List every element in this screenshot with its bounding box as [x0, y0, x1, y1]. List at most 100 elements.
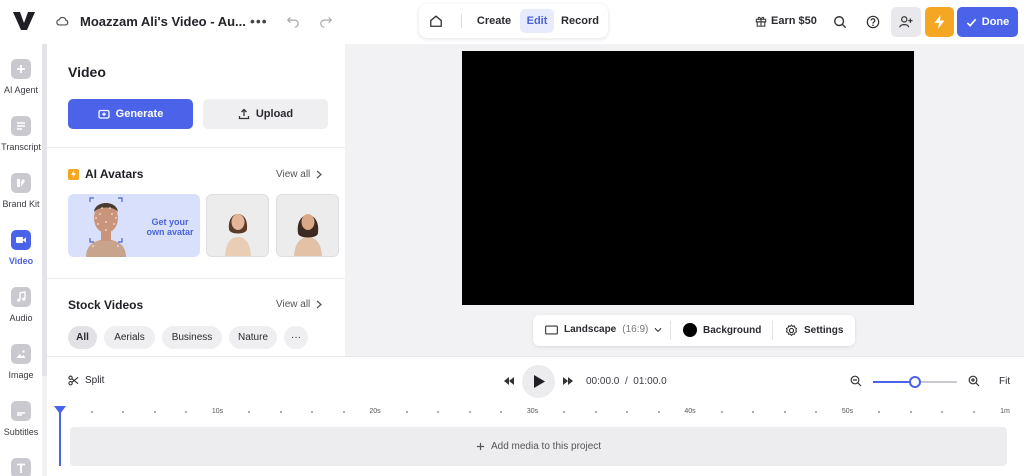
search-icon[interactable]: [833, 15, 847, 29]
canvas-settings-button[interactable]: Settings: [785, 324, 843, 337]
help-icon[interactable]: [866, 15, 880, 29]
background-label: Background: [703, 324, 762, 336]
stock-videos-heading: Stock Videos: [68, 298, 143, 312]
checkmark-icon: [966, 18, 977, 27]
avatar-card[interactable]: [206, 194, 269, 257]
ruler-tick: [972, 411, 975, 413]
ruler-tick: [657, 411, 660, 413]
playhead-line[interactable]: [59, 410, 61, 466]
rewind-icon[interactable]: [503, 375, 515, 387]
playhead-handle[interactable]: [54, 406, 66, 414]
rail-label: AI Agent: [3, 85, 39, 95]
total-time: 01:00.0: [633, 376, 667, 387]
lightning-bolt-icon: [934, 15, 945, 29]
upload-button[interactable]: Upload: [203, 99, 328, 129]
rail-item-text[interactable]: [0, 458, 42, 476]
filter-chip-aerials[interactable]: Aerials: [104, 326, 155, 349]
rail-item-ai-agent[interactable]: AI Agent: [0, 59, 42, 95]
upgrade-button[interactable]: [925, 7, 954, 37]
filter-chip-all[interactable]: All: [68, 326, 97, 349]
ruler-tick: [90, 411, 93, 413]
ruler-label: 40s: [684, 408, 696, 415]
mode-switcher: Create Edit Record: [419, 4, 608, 38]
ruler-tick: [122, 411, 124, 413]
generate-button[interactable]: Generate: [68, 99, 193, 129]
earn-referral-link[interactable]: Earn $50: [755, 15, 817, 27]
ruler-tick: [752, 411, 754, 413]
project-title[interactable]: Moazzam Ali's Video - Au...: [80, 14, 246, 29]
zoom-out-icon[interactable]: [850, 375, 862, 387]
custom-avatar-cta: Get your own avatar: [143, 217, 197, 237]
background-color-swatch: [683, 323, 697, 337]
rail-item-brand-kit[interactable]: Brand Kit: [0, 173, 42, 209]
chevron-right-icon: [316, 170, 323, 179]
generate-video-icon: [97, 109, 110, 119]
add-media-label: Add media to this project: [490, 441, 602, 452]
rail-item-audio[interactable]: Audio: [0, 287, 42, 323]
video-panel: Video Generate Upload AI Avatars View al…: [47, 44, 345, 356]
brand-kit-icon: [11, 173, 31, 193]
rail-item-subtitles[interactable]: Subtitles: [0, 401, 42, 437]
ruler-tick: [594, 411, 597, 413]
ruler-tick: [783, 411, 786, 413]
rail-item-transcript[interactable]: Transcript: [0, 116, 42, 152]
rail-item-image[interactable]: Image: [0, 344, 42, 380]
avatar-card[interactable]: [276, 194, 339, 257]
split-button[interactable]: Split: [68, 375, 104, 386]
invite-collaborator-button[interactable]: [891, 7, 921, 37]
aspect-ratio-value: (16:9): [622, 324, 649, 335]
ruler-tick: [878, 411, 880, 413]
panel-title: Video: [68, 64, 106, 80]
transcript-icon: [11, 116, 31, 136]
custom-avatar-card[interactable]: Get your own avatar: [68, 194, 200, 257]
mode-edit-tab[interactable]: Edit: [520, 9, 554, 33]
zoom-slider[interactable]: [873, 376, 957, 388]
done-button[interactable]: Done: [957, 7, 1018, 37]
filter-chip-business[interactable]: Business: [162, 326, 222, 349]
scissors-icon: [68, 375, 79, 386]
fast-forward-icon[interactable]: [562, 375, 574, 387]
split-label: Split: [85, 375, 105, 386]
cta-line-1: Get your: [151, 217, 189, 227]
play-button[interactable]: [522, 365, 555, 398]
add-media-track[interactable]: Add media to this project: [70, 427, 1007, 466]
stock-videos-view-all[interactable]: View all: [276, 299, 323, 310]
rail-item-video[interactable]: Video: [0, 230, 42, 266]
section-divider: [47, 147, 345, 148]
ruler-tick: [248, 411, 250, 413]
ruler-label: 1m: [1000, 408, 1010, 415]
more-filters-button[interactable]: ···: [284, 326, 308, 349]
redo-icon[interactable]: [319, 14, 333, 28]
undo-icon[interactable]: [286, 14, 300, 28]
time-separator: /: [624, 376, 628, 387]
aspect-ratio-dropdown[interactable]: Landscape (16:9): [545, 324, 662, 335]
filter-chip-nature[interactable]: Nature: [229, 326, 277, 349]
ai-avatars-view-all[interactable]: View all: [276, 169, 323, 180]
playback-time: 00:00.0 / 01:00.0: [586, 376, 667, 387]
ruler-tick: [720, 411, 723, 413]
ruler-label: 20s: [369, 408, 381, 415]
ruler-tick: [185, 411, 187, 413]
video-camera-icon: [11, 230, 31, 250]
add-user-icon: [899, 16, 913, 28]
fit-button[interactable]: Fit: [999, 376, 1010, 387]
ai-lightning-icon: [68, 168, 79, 180]
zoom-slider-handle[interactable]: [909, 376, 921, 388]
plus-icon: [11, 59, 31, 79]
timeline-ruler[interactable]: 10s 20s 30s 40s 50s 1m: [60, 405, 1015, 419]
ruler-tick: [311, 411, 313, 413]
mode-record-tab[interactable]: Record: [560, 9, 600, 33]
more-options-icon[interactable]: •••: [250, 13, 268, 29]
mode-create-tab[interactable]: Create: [473, 9, 515, 33]
section-divider: [47, 278, 345, 279]
plus-icon: [476, 442, 485, 451]
zoom-in-icon[interactable]: [968, 375, 980, 387]
ruler-label: 30s: [526, 408, 539, 415]
home-icon[interactable]: [429, 14, 443, 28]
app-logo[interactable]: [12, 10, 36, 32]
background-button[interactable]: Background: [683, 323, 761, 337]
done-label: Done: [981, 16, 1010, 28]
video-preview-canvas[interactable]: [462, 51, 914, 305]
chevron-down-icon: [654, 327, 662, 332]
rail-label: Transcript: [1, 142, 41, 152]
